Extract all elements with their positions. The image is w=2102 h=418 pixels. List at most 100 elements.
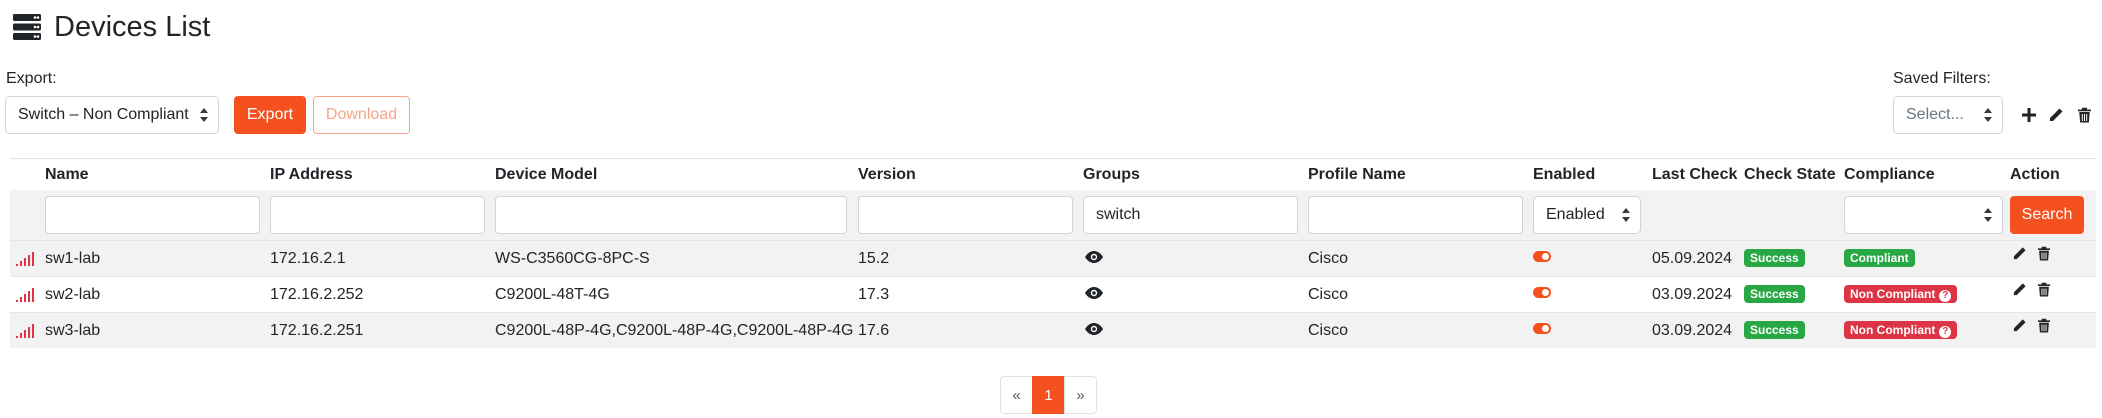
cell-last-check: 03.09.2024	[1652, 322, 1733, 339]
table-header: Name IP Address Device Model Version Gro…	[10, 158, 2096, 190]
trash-icon	[2077, 107, 2091, 123]
eye-icon	[1085, 286, 1103, 299]
compliance-badge: Compliant	[1844, 248, 1915, 267]
saved-filters-label: Saved Filters:	[1893, 70, 1991, 87]
download-button[interactable]: Download	[313, 96, 410, 134]
compliance-filter-select[interactable]	[1844, 196, 2003, 234]
cell-model: C9200L-48T-4G	[495, 286, 610, 303]
pencil-icon	[2013, 283, 2026, 296]
edit-device-button[interactable]	[2012, 275, 2027, 311]
eye-icon	[1085, 250, 1103, 263]
compliance-badge-label: Non Compliant	[1850, 322, 1936, 337]
search-button[interactable]: Search	[2010, 196, 2084, 234]
signal-icon	[16, 252, 34, 266]
cell-profile: Cisco	[1308, 250, 1349, 267]
toggle-switch-icon	[1533, 251, 1551, 263]
server-icon	[13, 14, 41, 40]
check-state-badge: Success	[1744, 320, 1805, 339]
trash-icon	[2037, 246, 2051, 261]
toggle-switch-icon	[1533, 323, 1551, 335]
action-cell	[2012, 241, 2051, 277]
cell-version: 17.6	[858, 322, 890, 339]
edit-device-button[interactable]	[2012, 239, 2027, 275]
column-header-name[interactable]: Name	[45, 159, 89, 191]
column-header-profile[interactable]: Profile Name	[1308, 159, 1406, 191]
cell-name: sw2-lab	[45, 286, 101, 303]
check-state-badge: Success	[1744, 248, 1805, 267]
name-filter-input[interactable]	[45, 196, 260, 234]
cell-profile: Cisco	[1308, 286, 1349, 303]
cell-last-check: 05.09.2024	[1652, 250, 1733, 267]
cell-name: sw1-lab	[45, 250, 101, 267]
add-filter-button[interactable]	[2018, 104, 2040, 126]
cell-model: WS-C3560CG-8PC-S	[495, 250, 650, 267]
enabled-toggle[interactable]	[1533, 241, 1551, 277]
column-header-version[interactable]: Version	[858, 159, 916, 191]
question-circle-icon[interactable]: ?	[1939, 325, 1952, 338]
table-row[interactable]: sw1-lab 172.16.2.1 WS-C3560CG-8PC-S 15.2 Cis…	[10, 240, 2096, 276]
action-cell	[2012, 313, 2051, 349]
enabled-filter-select[interactable]: Enabled	[1533, 196, 1641, 234]
pencil-icon	[2013, 319, 2026, 332]
groups-filter-input[interactable]	[1083, 196, 1298, 234]
cell-version: 17.3	[858, 286, 890, 303]
page-header: Devices List	[12, 8, 210, 46]
signal-icon	[16, 324, 34, 338]
filter-row: Enabled Search	[10, 190, 2096, 240]
cell-name: sw3-lab	[45, 322, 101, 339]
delete-device-button[interactable]	[2037, 311, 2051, 347]
export-select[interactable]: Switch – Non Compliant	[5, 96, 219, 134]
cell-version: 15.2	[858, 250, 890, 267]
export-label: Export:	[6, 70, 57, 87]
column-header-action: Action	[2010, 166, 2060, 183]
page-title: Devices List	[54, 10, 211, 43]
trash-icon	[2037, 282, 2051, 297]
pagination-prev[interactable]: «	[1000, 376, 1033, 414]
check-state-cell: Success	[1744, 277, 1805, 313]
enabled-toggle[interactable]	[1533, 277, 1551, 313]
cell-last-check: 03.09.2024	[1652, 286, 1733, 303]
toggle-switch-icon	[1533, 287, 1551, 299]
cell-ip: 172.16.2.251	[270, 322, 364, 339]
pencil-icon	[2050, 108, 2063, 121]
edit-device-button[interactable]	[2012, 311, 2027, 347]
column-header-check-state[interactable]: Check State	[1744, 159, 1836, 191]
delete-device-button[interactable]	[2037, 275, 2051, 311]
question-circle-icon[interactable]: ?	[1939, 289, 1952, 302]
table-row[interactable]: sw2-lab 172.16.2.252 C9200L-48T-4G 17.3 Cisc…	[10, 276, 2096, 312]
export-button[interactable]: Export	[234, 96, 306, 134]
plus-icon	[2022, 108, 2036, 122]
column-header-ip[interactable]: IP Address	[270, 159, 353, 191]
compliance-badge[interactable]: Non Compliant?	[1844, 284, 1958, 303]
column-header-last-check[interactable]: Last Check	[1652, 159, 1737, 191]
delete-filter-button[interactable]	[2073, 104, 2095, 126]
saved-filters-select[interactable]: Select...	[1893, 96, 2003, 134]
column-header-enabled[interactable]: Enabled	[1533, 159, 1595, 191]
model-filter-input[interactable]	[495, 196, 847, 234]
compliance-cell: Compliant	[1844, 241, 1915, 277]
pencil-icon	[2013, 247, 2026, 260]
profile-filter-input[interactable]	[1308, 196, 1523, 234]
view-groups-button[interactable]	[1085, 277, 1103, 313]
column-header-model[interactable]: Device Model	[495, 159, 597, 191]
pagination-next[interactable]: »	[1064, 376, 1097, 414]
signal-icon	[16, 288, 34, 302]
column-header-groups[interactable]: Groups	[1083, 159, 1140, 191]
check-state-badge: Success	[1744, 284, 1805, 303]
version-filter-input[interactable]	[858, 196, 1073, 234]
column-header-compliance[interactable]: Compliance	[1844, 159, 1935, 191]
cell-ip: 172.16.2.252	[270, 286, 364, 303]
compliance-badge-label: Compliant	[1850, 250, 1909, 265]
enabled-toggle[interactable]	[1533, 313, 1551, 349]
view-groups-button[interactable]	[1085, 241, 1103, 277]
edit-filter-button[interactable]	[2045, 104, 2067, 126]
view-groups-button[interactable]	[1085, 313, 1103, 349]
compliance-cell: Non Compliant?	[1844, 277, 1958, 313]
pagination-page-1[interactable]: 1	[1032, 376, 1065, 414]
pagination: « 1 »	[1000, 376, 1097, 414]
ip-filter-input[interactable]	[270, 196, 485, 234]
delete-device-button[interactable]	[2037, 239, 2051, 275]
compliance-badge[interactable]: Non Compliant?	[1844, 320, 1958, 339]
check-state-cell: Success	[1744, 313, 1805, 349]
table-row[interactable]: sw3-lab 172.16.2.251 C9200L-48P-4G,C9200L-…	[10, 312, 2096, 348]
